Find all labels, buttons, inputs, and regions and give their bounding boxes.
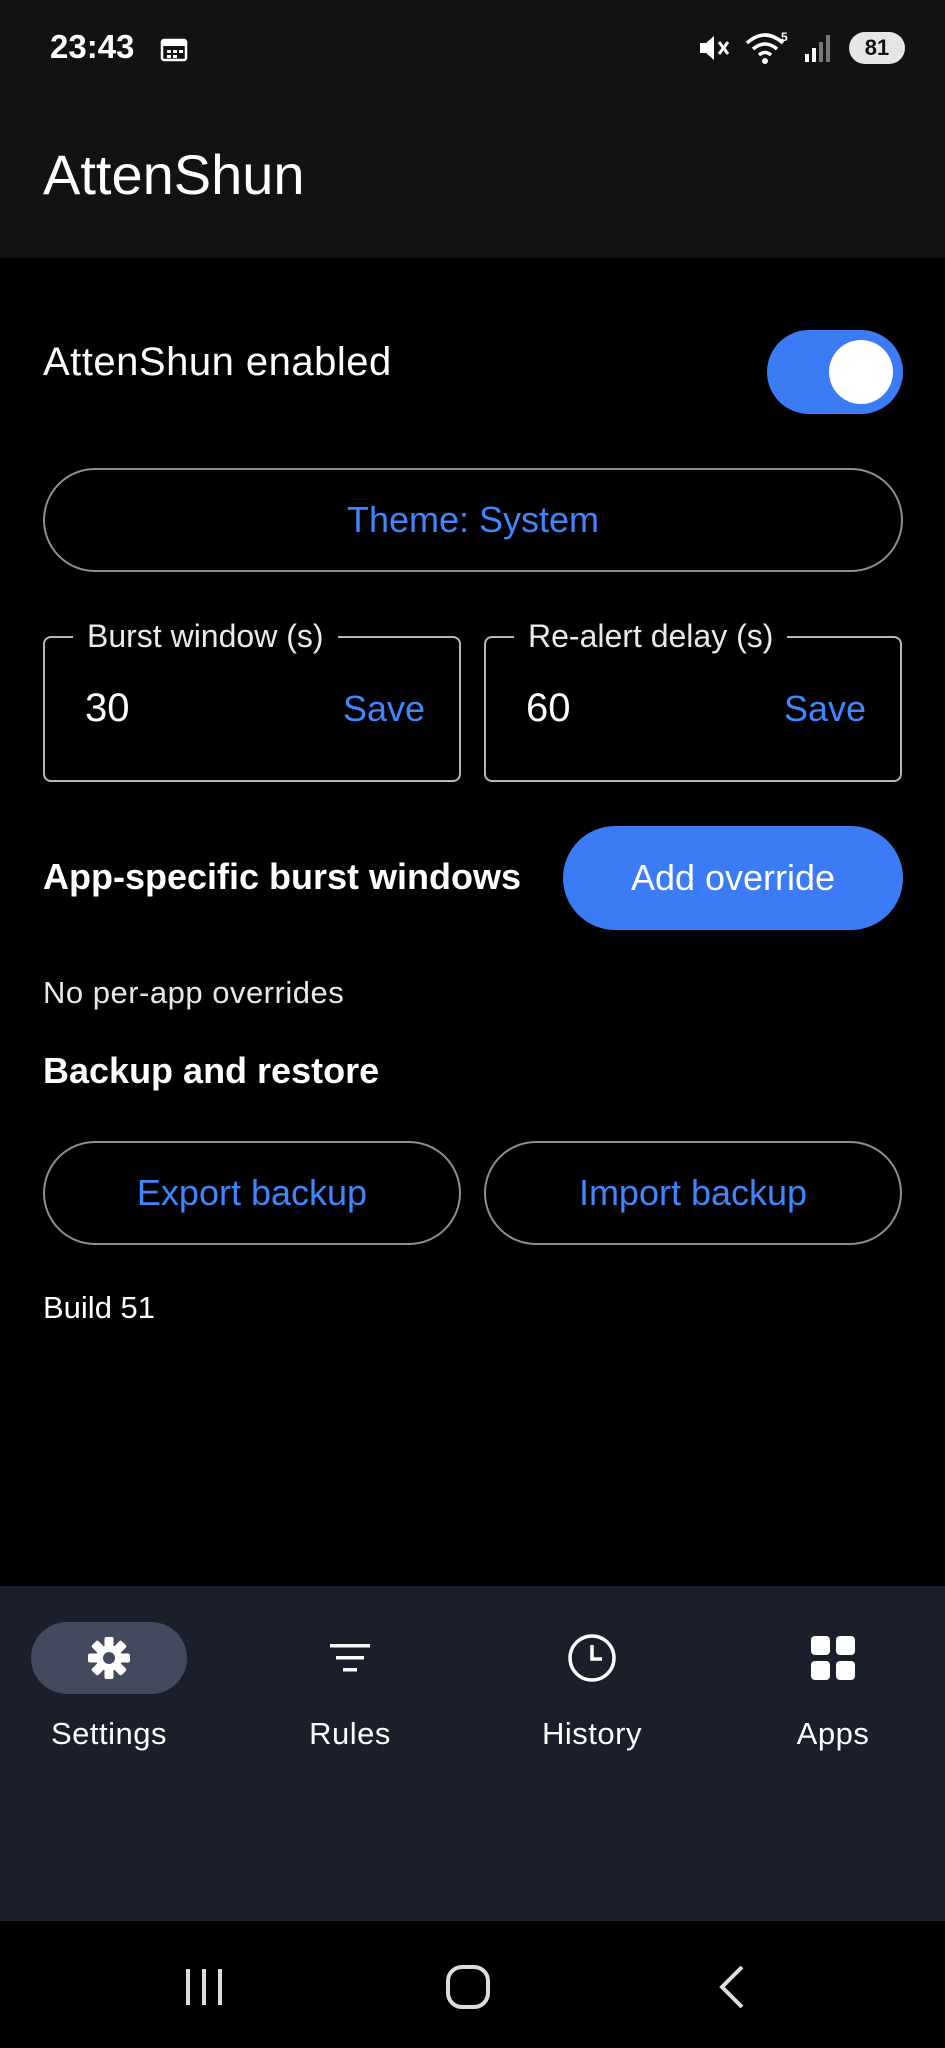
- home-icon[interactable]: [438, 1959, 498, 2015]
- realert-delay-field[interactable]: Re-alert delay (s) 60 Save: [484, 616, 902, 782]
- toggle-knob: [829, 340, 893, 404]
- enabled-toggle[interactable]: [767, 330, 903, 414]
- battery-icon: 81: [849, 32, 905, 64]
- status-time: 23:43: [50, 28, 135, 65]
- build-label: Build 51: [43, 1290, 156, 1325]
- app-bar: AttenShun: [0, 96, 945, 258]
- calendar-icon: [160, 38, 188, 62]
- realert-delay-value[interactable]: 60: [526, 686, 571, 731]
- back-icon[interactable]: [704, 1959, 764, 2015]
- burst-window-field[interactable]: Burst window (s) 30 Save: [43, 616, 461, 782]
- mute-icon: [700, 36, 730, 60]
- signal-icon: [805, 35, 830, 62]
- overrides-label: App-specific burst windows: [43, 856, 522, 897]
- enabled-label: AttenShun enabled: [43, 340, 392, 384]
- burst-window-label: Burst window (s): [73, 616, 338, 656]
- nav-item-apps[interactable]: Apps: [733, 1622, 933, 1762]
- recent-apps-icon[interactable]: [174, 1959, 234, 2015]
- realert-delay-label: Re-alert delay (s): [514, 616, 788, 656]
- nav-label-apps: Apps: [796, 1716, 870, 1751]
- no-overrides-text: No per-app overrides: [43, 975, 345, 1010]
- nav-item-settings[interactable]: Settings: [9, 1622, 209, 1762]
- import-backup-button[interactable]: Import backup: [484, 1141, 902, 1245]
- realert-delay-save-button[interactable]: Save: [784, 688, 866, 730]
- apps-grid-icon: [811, 1636, 855, 1680]
- theme-button[interactable]: Theme: System: [43, 468, 903, 572]
- filter-icon: [330, 1644, 370, 1672]
- wifi-icon: 5: [745, 31, 788, 64]
- wifi-badge: 5: [781, 31, 788, 44]
- status-icons: 5 81: [697, 28, 905, 68]
- nav-item-rules[interactable]: Rules: [250, 1622, 450, 1762]
- burst-window-save-button[interactable]: Save: [343, 688, 425, 730]
- status-bar: 23:43 5 81: [0, 0, 945, 96]
- nav-item-history[interactable]: History: [492, 1622, 692, 1762]
- app-title: AttenShun: [43, 143, 305, 206]
- nav-label-history: History: [542, 1716, 642, 1751]
- add-override-button[interactable]: Add override: [563, 826, 903, 930]
- burst-window-value[interactable]: 30: [85, 686, 130, 731]
- enabled-row: AttenShun enabled: [43, 330, 903, 414]
- export-backup-button[interactable]: Export backup: [43, 1141, 461, 1245]
- backup-title: Backup and restore: [43, 1050, 380, 1091]
- gear-icon: [88, 1637, 130, 1679]
- bottom-nav: Settings Rules History Apps: [0, 1586, 945, 1921]
- nav-label-settings: Settings: [50, 1716, 167, 1751]
- system-nav-bar: [0, 1921, 945, 2048]
- overrides-row: App-specific burst windows Add override: [43, 826, 903, 930]
- nav-label-rules: Rules: [309, 1716, 391, 1751]
- clock-icon: [568, 1634, 616, 1682]
